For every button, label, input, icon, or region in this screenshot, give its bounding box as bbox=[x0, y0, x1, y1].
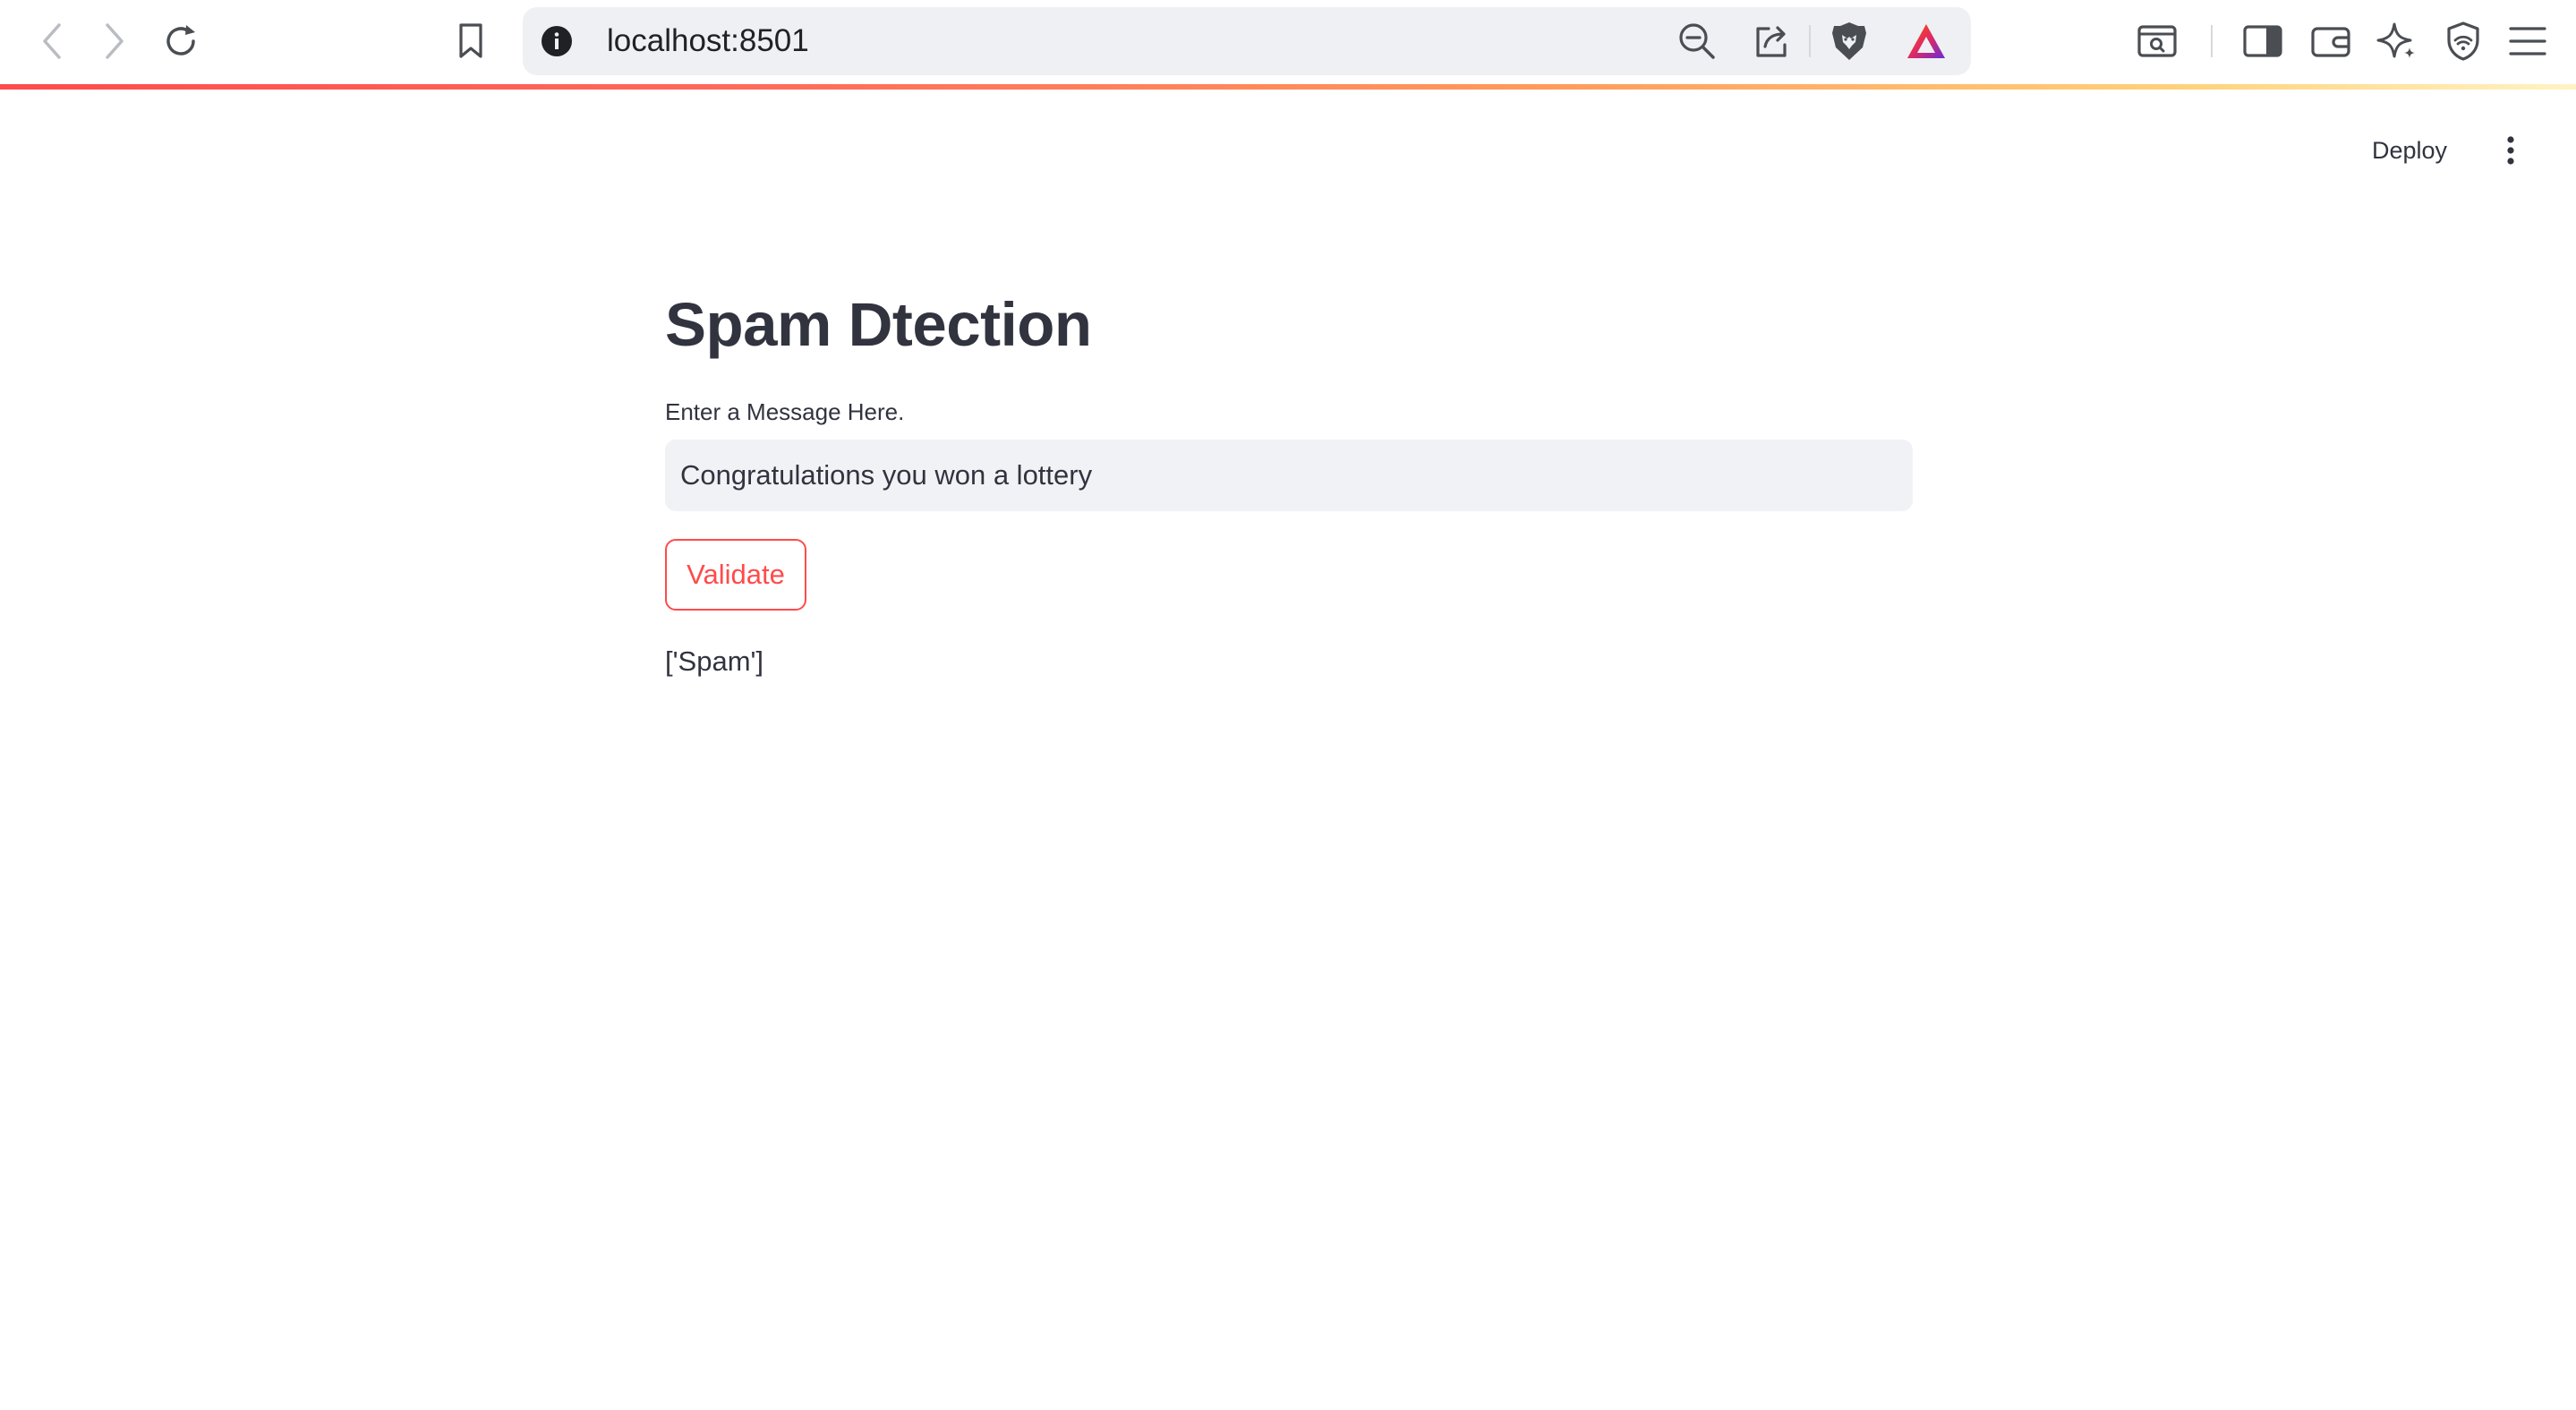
menu-icon[interactable] bbox=[2506, 20, 2549, 63]
url-text[interactable]: localhost:8501 bbox=[607, 7, 809, 75]
message-input-label: Enter a Message Here. bbox=[665, 398, 905, 425]
zoom-out-icon[interactable] bbox=[1676, 20, 1719, 63]
leo-ai-icon[interactable] bbox=[2376, 20, 2418, 63]
prediction-result: ['Spam'] bbox=[665, 645, 764, 677]
validate-button[interactable]: Validate bbox=[665, 539, 806, 611]
more-options-icon[interactable] bbox=[2497, 132, 2524, 168]
message-input[interactable] bbox=[665, 440, 1913, 511]
page-title: Spam Dtection bbox=[665, 290, 1092, 359]
address-bar[interactable]: localhost:8501 bbox=[523, 7, 1971, 75]
brave-shields-icon[interactable] bbox=[1828, 20, 1871, 63]
toolbar-divider bbox=[2211, 25, 2213, 57]
back-arrow-icon[interactable] bbox=[30, 20, 73, 63]
deploy-button[interactable]: Deploy bbox=[2372, 132, 2447, 168]
tab-search-icon[interactable] bbox=[2136, 20, 2179, 63]
browser-toolbar: localhost:8501 bbox=[0, 0, 2576, 84]
share-icon[interactable] bbox=[1751, 20, 1794, 63]
brave-rewards-icon[interactable] bbox=[1905, 20, 1948, 63]
bookmark-icon[interactable] bbox=[449, 20, 492, 63]
reload-icon[interactable] bbox=[159, 20, 202, 63]
forward-arrow-icon[interactable] bbox=[93, 20, 136, 63]
sidebar-icon[interactable] bbox=[2241, 20, 2284, 63]
omnibox-divider bbox=[1809, 25, 1811, 57]
site-info-icon[interactable] bbox=[541, 25, 573, 57]
wallet-icon[interactable] bbox=[2309, 20, 2352, 63]
vpn-icon[interactable] bbox=[2442, 20, 2485, 63]
streamlit-decoration-bar bbox=[0, 84, 2576, 90]
